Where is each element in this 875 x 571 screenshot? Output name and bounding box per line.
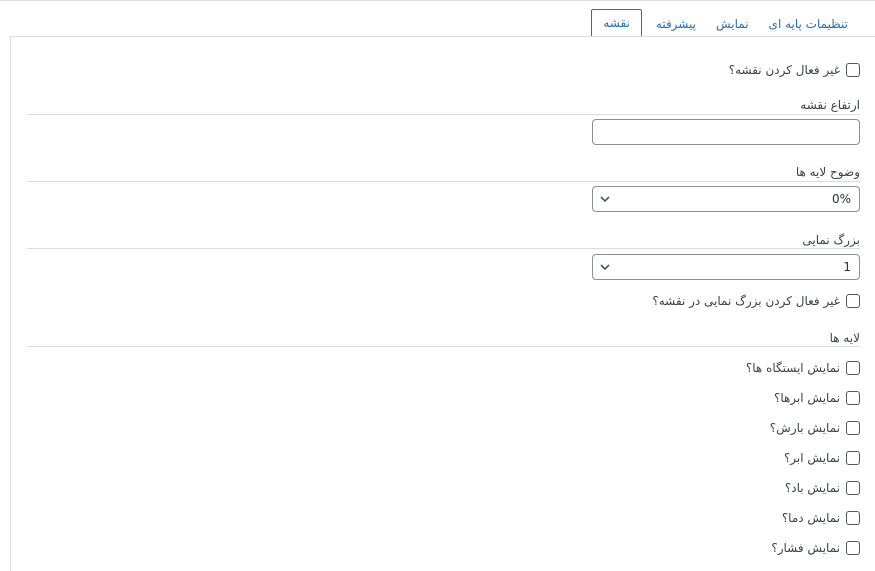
layer-option[interactable]: نمایش باد؟ [785,481,860,495]
divider [27,346,860,347]
layer-label: نمایش بارش؟ [769,421,840,435]
chevron-down-icon [600,196,610,203]
layer-opacity-select[interactable]: 0% [592,186,860,212]
layer-label: نمایش ابرها؟ [773,391,840,405]
layers-label: لایه ها [829,331,860,345]
zoom-select[interactable]: 1 [592,254,860,280]
layer-label: نمایش ایستگاه ها؟ [745,361,840,375]
layer-checkbox[interactable] [846,361,860,375]
layer-opacity-label: وضوح لایه ها [795,165,860,179]
layer-option[interactable]: نمایش بارش؟ [770,421,860,435]
layer-checkbox[interactable] [846,541,860,555]
layer-checkbox[interactable] [846,511,860,525]
layer-label: نمایش ابر؟ [783,451,840,465]
disable-zoom-option[interactable]: غیر فعال کردن بزرگ نمایی در نقشه؟ [652,294,860,308]
tab-display[interactable]: نمایش [706,11,759,37]
tab-basic-settings[interactable]: تنظیمات پایه ای [759,11,858,37]
tab-map[interactable]: نقشه [591,9,642,37]
map-height-label: ارتفاع نقشه [800,98,860,112]
chevron-down-icon [600,264,610,271]
layer-option[interactable]: نمایش ابر؟ [784,451,860,465]
disable-zoom-label: غیر فعال کردن بزرگ نمایی در نقشه؟ [652,294,840,308]
zoom-value: 1 [843,260,851,274]
panel-left-border [10,36,11,571]
settings-page: تنظیمات پایه ای نمایش پیشرفته نقشه غیر ف… [0,0,875,571]
layer-option[interactable]: نمایش ابرها؟ [774,391,860,405]
layer-opacity-value: 0% [831,192,851,206]
divider [27,114,860,115]
tabs-divider [10,36,875,37]
layer-checkbox[interactable] [846,481,860,495]
layer-checkbox[interactable] [846,451,860,465]
layer-checkbox[interactable] [846,391,860,405]
zoom-label: بزرگ نمایی [802,233,860,247]
layer-label: نمایش فشار؟ [771,541,840,555]
layer-checkbox[interactable] [846,421,860,435]
layer-option[interactable]: نمایش ایستگاه ها؟ [746,361,860,375]
layer-label: نمایش باد؟ [784,481,840,495]
layer-label: نمایش دما؟ [781,511,840,525]
disable-map-option[interactable]: غیر فعال کردن نقشه؟ [729,63,860,77]
disable-map-checkbox[interactable] [846,63,860,77]
divider [27,181,860,182]
settings-tabs: تنظیمات پایه ای نمایش پیشرفته نقشه [591,9,875,37]
disable-zoom-checkbox[interactable] [846,294,860,308]
layer-option[interactable]: نمایش فشار؟ [771,541,860,555]
layer-option[interactable]: نمایش دما؟ [782,511,860,525]
disable-map-label: غیر فعال کردن نقشه؟ [728,63,840,77]
tab-advanced[interactable]: پیشرفته [646,11,706,37]
divider [27,248,860,249]
map-height-input[interactable] [592,119,860,145]
